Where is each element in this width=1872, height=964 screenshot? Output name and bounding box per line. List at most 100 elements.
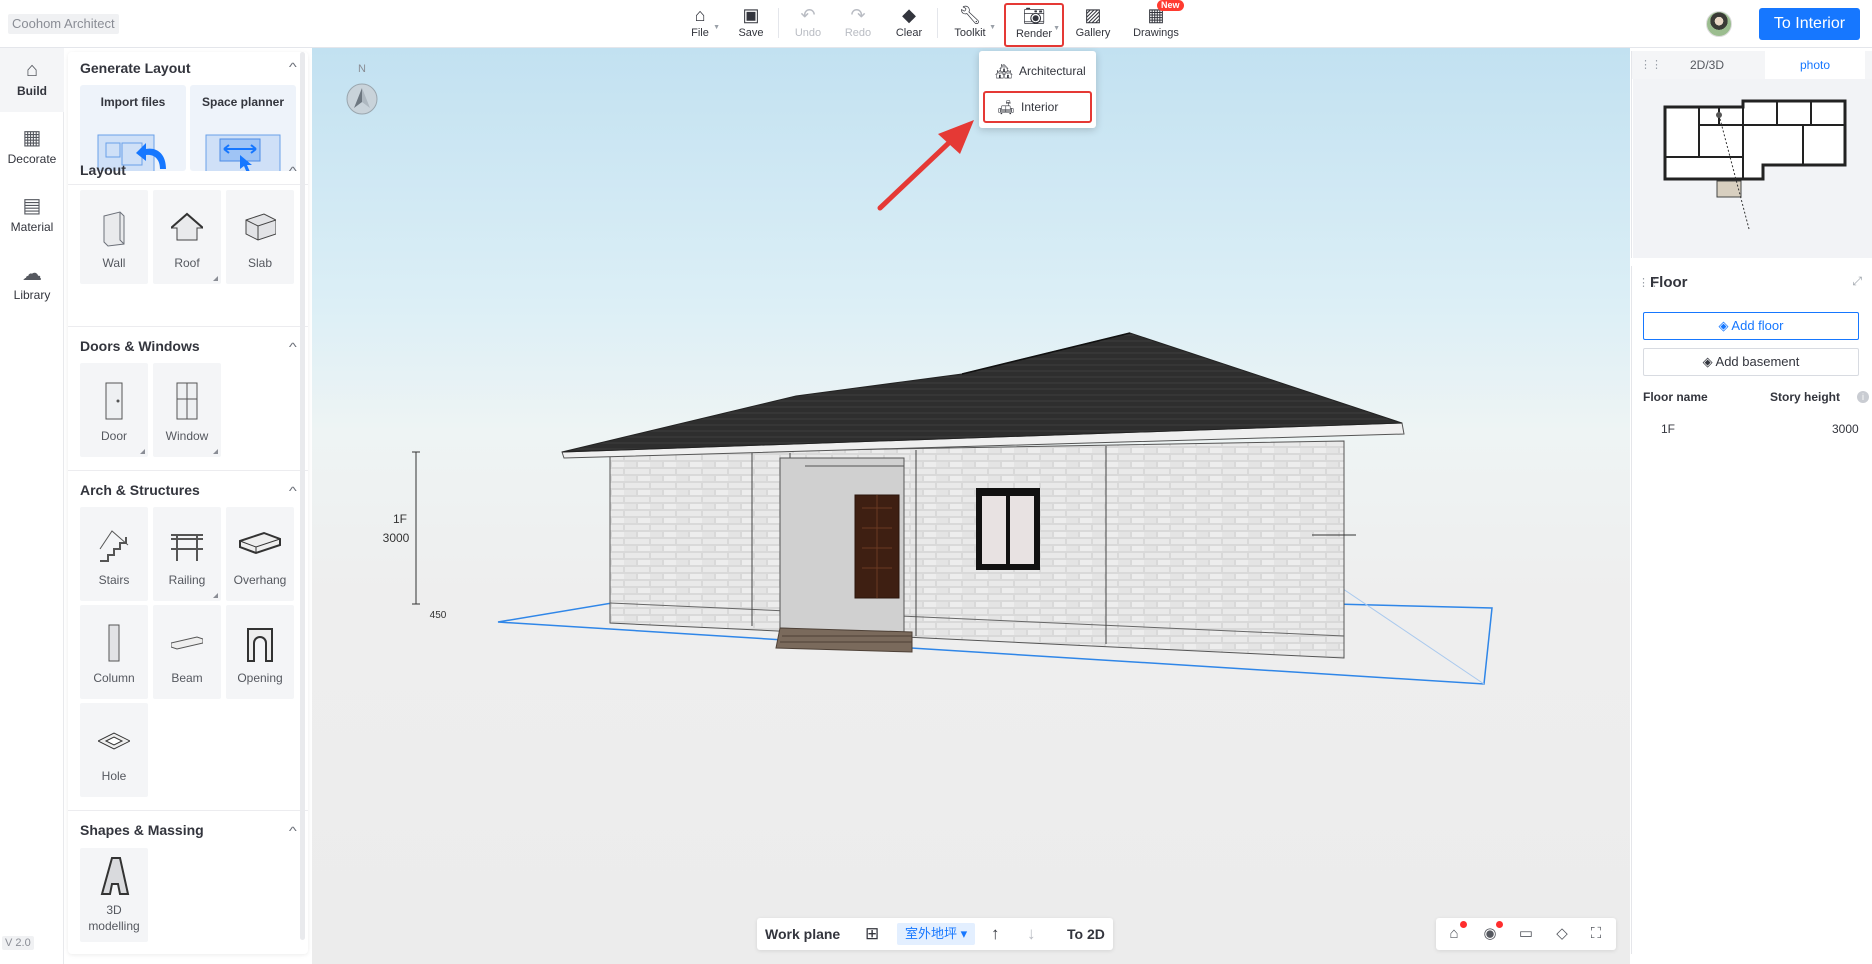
minimap-floorplan[interactable]	[1633, 79, 1872, 258]
eye-icon[interactable]: ◉	[1480, 921, 1503, 944]
import-files-tile[interactable]: Import files	[80, 85, 186, 171]
nav-material[interactable]: ▤ Material	[0, 184, 64, 248]
work-plane-bar: Work plane ⊞ 室外地坪 ▾ ↑ ↓ To 2D	[757, 918, 1113, 950]
overhang-tile[interactable]: Overhang	[226, 507, 294, 601]
door-label: Door	[100, 429, 127, 443]
railing-tile[interactable]: Railing	[153, 507, 221, 601]
level-up-icon[interactable]: ↑	[991, 918, 1000, 950]
more-options-icon	[140, 449, 145, 454]
wrench-icon: 🔧︎	[958, 5, 982, 25]
render-button[interactable]: 📷︎ Render ▼	[1004, 3, 1064, 47]
roof-tile[interactable]: Roof	[153, 190, 221, 284]
window-label: Window	[165, 429, 209, 443]
level-select[interactable]: 室外地坪 ▾	[897, 923, 976, 945]
annotation-arrow	[877, 120, 974, 211]
slab-tile[interactable]: Slab	[226, 190, 294, 284]
stairs-tile[interactable]: Stairs	[80, 507, 148, 601]
render-interior-item[interactable]: 🛋︎ Interior	[983, 91, 1092, 123]
3d-modelling-tile[interactable]: 3D modelling	[80, 848, 148, 942]
section-doors-windows-title: Doors & Windows	[80, 338, 200, 354]
3d-modelling-label: 3D modelling	[88, 903, 140, 933]
top-toolbar: Coohom Architect ⌂ File ▼ ▣ Save ↶ Undo …	[0, 0, 1872, 48]
drawings-label: Drawings	[1133, 27, 1179, 39]
chevron-up-icon[interactable]: ^	[289, 340, 297, 354]
divider	[937, 8, 938, 38]
window-tile[interactable]: Window	[153, 363, 221, 457]
window-pane-left	[982, 496, 1006, 564]
beam-tile[interactable]: Beam	[153, 605, 221, 699]
stairs-label: Stairs	[98, 573, 130, 587]
floorplan-drawing	[1663, 99, 1847, 230]
beam-icon	[171, 636, 203, 650]
to-interior-button[interactable]: To Interior	[1759, 8, 1860, 40]
space-planner-tile[interactable]: Space planner	[190, 85, 296, 171]
chevron-up-icon[interactable]: ^	[289, 164, 297, 178]
beam-label: Beam	[171, 671, 203, 685]
new-badge: New	[1157, 0, 1184, 11]
info-icon[interactable]: i	[1857, 391, 1869, 403]
app-window: Coohom Architect ⌂ File ▼ ▣ Save ↶ Undo …	[0, 0, 1872, 964]
save-button[interactable]: ▣ Save	[736, 4, 766, 44]
stairs-icon	[99, 530, 129, 562]
ruler-icon[interactable]: ▭	[1516, 924, 1536, 944]
front-steps	[775, 627, 913, 653]
nav-material-label: Material	[10, 220, 54, 234]
add-basement-button[interactable]: ◈ Add basement	[1643, 348, 1859, 376]
level-down-icon[interactable]: ↓	[1027, 918, 1036, 950]
minimap-tabs: ⋮⋮ 2D/3D photo	[1632, 51, 1872, 79]
file-button[interactable]: ⌂ File ▼	[688, 4, 720, 44]
add-basement-label: Add basement	[1715, 354, 1800, 369]
more-options-icon	[213, 449, 218, 454]
expand-icon[interactable]: ⤢	[1852, 274, 1862, 289]
floor-name-header: Floor name	[1643, 390, 1708, 404]
overhang-label: Overhang	[233, 573, 287, 587]
section-shapes-massing-title: Shapes & Massing	[80, 822, 204, 838]
nav-decorate[interactable]: ▦ Decorate	[0, 116, 64, 180]
wall-tile[interactable]: Wall	[80, 190, 148, 284]
minimap-panel: ⋮⋮ 2D/3D photo	[1631, 51, 1872, 258]
camera-icon: 📷︎	[1022, 6, 1046, 26]
opening-tile[interactable]: Opening	[226, 605, 294, 699]
to-2d-button[interactable]: To 2D	[1067, 918, 1105, 950]
avatar[interactable]	[1706, 11, 1732, 37]
version-label: V 2.0	[2, 936, 34, 950]
divider	[68, 326, 308, 327]
wall-label: Wall	[102, 256, 126, 270]
fullscreen-icon[interactable]: ⛶	[1586, 924, 1606, 944]
render-dropdown-menu: 🏘︎ Architectural 🛋︎ Interior	[979, 51, 1096, 128]
door-tile[interactable]: Door	[80, 363, 148, 457]
chevron-down-icon: ▼	[1053, 25, 1060, 32]
render-architectural-item[interactable]: 🏘︎ Architectural	[983, 55, 1092, 87]
floor-panel-title: Floor	[1650, 274, 1688, 291]
grid-icon[interactable]: ⊞	[865, 918, 879, 950]
chevron-up-icon[interactable]: ^	[289, 824, 297, 838]
undo-button[interactable]: ↶ Undo	[791, 4, 825, 44]
chevron-up-icon[interactable]: ^	[289, 60, 297, 74]
railing-icon	[171, 534, 203, 561]
panel-scrollbar[interactable]	[300, 52, 305, 940]
nav-library[interactable]: ☁ Library	[0, 252, 64, 316]
work-plane-label: Work plane	[765, 926, 841, 942]
section-generate-layout-title: Generate Layout	[80, 60, 191, 76]
space-planner-label: Space planner	[201, 95, 285, 109]
redo-button[interactable]: ↷ Redo	[841, 4, 875, 44]
roof-icon	[171, 212, 203, 241]
toolkit-button[interactable]: 🔧︎ Toolkit ▼	[952, 4, 996, 44]
clear-button[interactable]: ◆ Clear	[894, 4, 924, 44]
hole-tile[interactable]: Hole	[80, 703, 148, 797]
gallery-label: Gallery	[1075, 27, 1111, 39]
tab-photo[interactable]: photo	[1765, 51, 1865, 79]
gallery-button[interactable]: ▨ Gallery	[1073, 4, 1113, 44]
chevron-down-icon: ▼	[989, 24, 996, 31]
add-floor-button[interactable]: ◈ Add floor	[1643, 312, 1859, 340]
chevron-up-icon[interactable]: ^	[289, 484, 297, 498]
redo-icon: ↷	[850, 5, 866, 25]
undo-label: Undo	[794, 27, 822, 39]
tab-2d3d[interactable]: 2D/3D	[1657, 51, 1757, 79]
house-view-icon[interactable]: ⌂	[1444, 921, 1467, 944]
nav-build-label: Build	[17, 84, 47, 98]
cube-icon[interactable]: ◇	[1552, 924, 1572, 944]
nav-library-label: Library	[13, 288, 51, 302]
column-tile[interactable]: Column	[80, 605, 148, 699]
nav-build[interactable]: ⌂ Build	[0, 48, 64, 112]
